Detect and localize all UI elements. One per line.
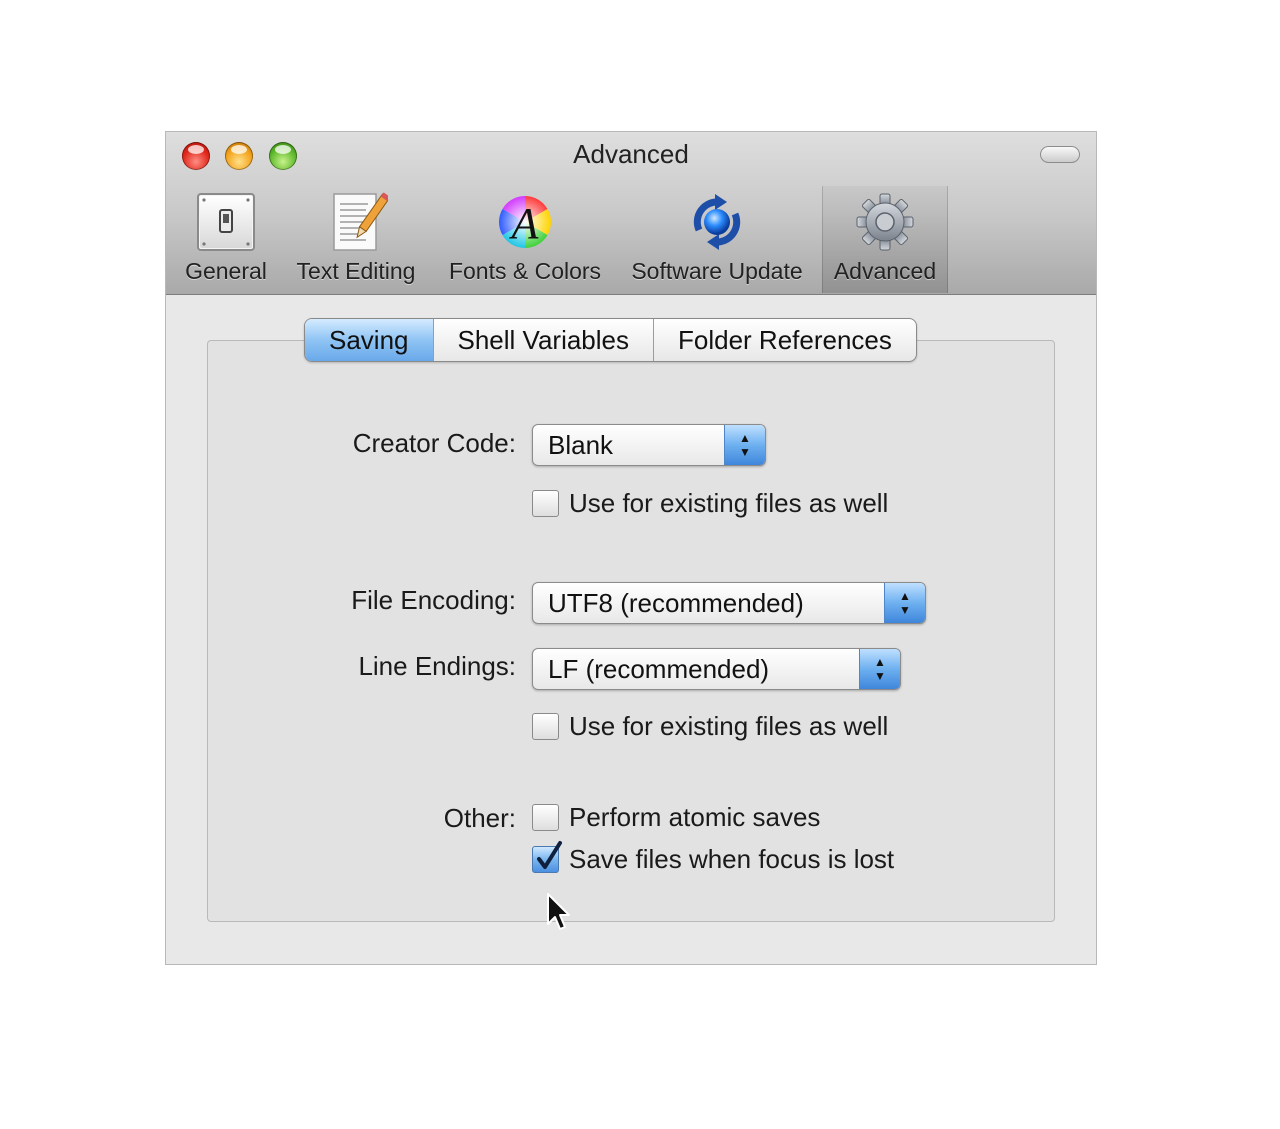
creator-existing-option[interactable]: Use for existing files as well	[532, 488, 888, 519]
window-title: Advanced	[573, 139, 689, 169]
popup-arrows-icon: ▲ ▼	[859, 649, 900, 689]
atomic-saves-label: Perform atomic saves	[569, 802, 821, 832]
other-label: Other:	[443, 803, 516, 833]
save-focus-lost-checkbox[interactable]	[532, 841, 562, 873]
tab-shell-variables[interactable]: Shell Variables	[432, 319, 654, 361]
line-endings-popup[interactable]: LF (recommended) ▲ ▼	[532, 648, 901, 690]
line-endings-value: LF (recommended)	[548, 654, 770, 684]
creator-code-popup[interactable]: Blank ▲ ▼	[532, 424, 766, 466]
toolbar-item-advanced[interactable]: Advanced	[822, 186, 948, 293]
atomic-saves-checkbox[interactable]	[532, 804, 559, 831]
creator-existing-label: Use for existing files as well	[569, 488, 889, 518]
preferences-window: Advanced General Text Editing A Fonts & …	[166, 132, 1096, 964]
toolbar-label-software-update: Software Update	[631, 258, 803, 284]
line-existing-option[interactable]: Use for existing files as well	[532, 711, 888, 742]
line-existing-label: Use for existing files as well	[569, 711, 889, 741]
svg-text:A: A	[509, 199, 540, 248]
toolbar-item-fonts-colors[interactable]: A Fonts & Colors	[438, 186, 612, 293]
creator-code-value: Blank	[548, 430, 614, 460]
toolbar-label-general: General	[185, 258, 267, 284]
file-encoding-label: File Encoding:	[351, 585, 516, 615]
popup-arrows-icon: ▲ ▼	[884, 583, 925, 623]
toolbar-label-fonts-colors: Fonts & Colors	[448, 258, 602, 284]
popup-arrows-icon: ▲ ▼	[724, 425, 765, 465]
update-arrows-icon	[693, 194, 741, 250]
font-color-wheel-icon: A	[499, 196, 551, 248]
tab-bar: Saving Shell Variables Folder References	[304, 318, 917, 362]
title-bar: Advanced General Text Editing A Fonts & …	[166, 132, 1096, 295]
tab-saving[interactable]: Saving	[305, 319, 433, 361]
toolbar-toggle-button[interactable]	[1040, 146, 1080, 163]
toolbar-label-text-editing: Text Editing	[296, 258, 416, 284]
line-existing-checkbox[interactable]	[532, 713, 559, 740]
gear-icon	[856, 193, 914, 251]
line-endings-label: Line Endings:	[358, 651, 516, 681]
toolbar-item-general[interactable]: General	[178, 186, 274, 293]
document-pencil-icon	[333, 192, 388, 251]
toolbar-item-software-update[interactable]: Software Update	[622, 186, 812, 293]
creator-existing-checkbox[interactable]	[532, 490, 559, 517]
save-focus-lost-label: Save files when focus is lost	[569, 844, 895, 874]
atomic-saves-option[interactable]: Perform atomic saves	[532, 802, 820, 833]
tab-folder-references[interactable]: Folder References	[653, 319, 916, 361]
creator-code-label: Creator Code:	[352, 428, 516, 458]
file-encoding-value: UTF8 (recommended)	[548, 588, 804, 618]
switch-icon	[197, 193, 255, 251]
mouse-cursor-icon	[547, 893, 570, 930]
toolbar-item-text-editing[interactable]: Text Editing	[286, 186, 426, 293]
checkmark-icon	[537, 841, 562, 869]
file-encoding-popup[interactable]: UTF8 (recommended) ▲ ▼	[532, 582, 926, 624]
save-focus-lost-option[interactable]: Save files when focus is lost	[532, 841, 895, 875]
toolbar-label-advanced: Advanced	[833, 258, 937, 284]
